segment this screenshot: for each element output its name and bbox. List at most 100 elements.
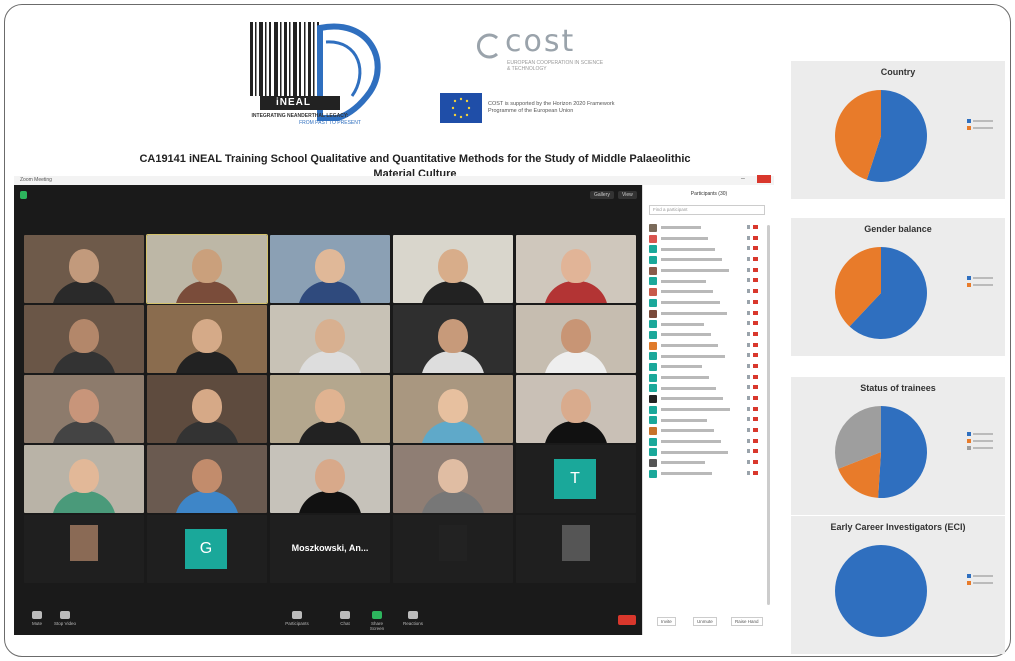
legend-entry — [967, 281, 993, 288]
share-screen-button[interactable]: Share Screen — [364, 611, 390, 631]
participant-video-tile[interactable] — [147, 375, 267, 443]
avatar — [649, 224, 657, 232]
participant-video-tile[interactable]: G — [147, 515, 267, 583]
participant-video-tile[interactable] — [24, 235, 144, 303]
participant-face — [438, 319, 468, 353]
participant-body — [421, 351, 485, 373]
chart-legend — [967, 117, 993, 131]
participant-video-tile[interactable] — [393, 375, 513, 443]
minimize-button[interactable]: – — [741, 175, 745, 182]
muted-microphone-icon — [747, 278, 758, 283]
participant-row[interactable] — [649, 223, 769, 234]
participant-video-tile[interactable] — [270, 235, 390, 303]
muted-microphone-icon — [747, 289, 758, 294]
mute-button[interactable]: Mute — [24, 611, 50, 626]
muted-microphone-icon — [747, 321, 758, 326]
participant-name — [661, 321, 741, 326]
participants-button[interactable]: Participants — [284, 611, 310, 626]
participant-video-tile[interactable] — [516, 305, 636, 373]
participant-name — [661, 407, 741, 412]
invite-button[interactable]: Invite — [657, 617, 676, 626]
participant-video-tile[interactable] — [516, 515, 636, 583]
participant-video-tile[interactable] — [270, 445, 390, 513]
participant-row[interactable] — [649, 426, 769, 437]
participant-video-tile[interactable] — [393, 235, 513, 303]
gallery-view-button[interactable]: Gallery — [590, 191, 614, 199]
participant-name-card: Moszkowski, An... — [291, 543, 369, 553]
legend-entry — [967, 430, 993, 437]
participant-video-tile[interactable] — [24, 515, 144, 583]
participant-row[interactable] — [649, 298, 769, 309]
participant-name — [661, 439, 741, 444]
participant-body — [421, 421, 485, 443]
close-button[interactable] — [757, 175, 771, 183]
participant-row[interactable] — [649, 276, 769, 287]
chat-button[interactable]: Chat — [332, 611, 358, 626]
participant-name — [661, 396, 741, 401]
participant-row[interactable] — [649, 266, 769, 277]
participant-row[interactable] — [649, 469, 769, 480]
participant-name — [661, 449, 741, 454]
participant-search-input[interactable]: Find a participant — [649, 205, 765, 215]
participant-video-tile[interactable] — [516, 235, 636, 303]
participant-row[interactable] — [649, 437, 769, 448]
avatar — [649, 459, 657, 468]
participant-face — [438, 459, 468, 493]
participant-name — [661, 257, 741, 262]
muted-microphone-icon — [747, 353, 758, 358]
participant-row[interactable] — [649, 287, 769, 298]
participant-video-tile[interactable] — [24, 445, 144, 513]
raise-hand-button[interactable]: Raise Hand — [731, 617, 763, 626]
participant-row[interactable] — [649, 319, 769, 330]
participant-row[interactable] — [649, 244, 769, 255]
security-shield-icon[interactable] — [20, 191, 27, 199]
participant-body — [52, 491, 116, 513]
avatar — [649, 320, 657, 329]
participant-video-tile[interactable] — [270, 305, 390, 373]
control-label: Participants — [285, 621, 309, 626]
avatar — [649, 298, 657, 307]
muted-microphone-icon — [747, 267, 758, 273]
participant-video-tile[interactable]: Moszkowski, An... — [270, 515, 390, 583]
participant-video-tile[interactable] — [393, 445, 513, 513]
participant-video-tile[interactable] — [516, 375, 636, 443]
participant-row[interactable] — [649, 373, 769, 384]
participant-video-tile[interactable] — [393, 515, 513, 583]
participant-video-tile[interactable] — [147, 445, 267, 513]
participant-face — [561, 319, 591, 353]
participant-video-tile[interactable]: T — [516, 445, 636, 513]
muted-microphone-icon — [747, 406, 758, 412]
participant-name — [661, 375, 741, 380]
participant-row[interactable] — [649, 394, 769, 405]
participant-video-tile[interactable] — [24, 375, 144, 443]
participant-row[interactable] — [649, 351, 769, 362]
participant-row[interactable] — [649, 309, 769, 320]
participant-row[interactable] — [649, 415, 769, 426]
participant-row[interactable] — [649, 330, 769, 341]
participant-row[interactable] — [649, 362, 769, 373]
participant-video-tile[interactable] — [147, 305, 267, 373]
stop-video-button[interactable]: Stop Video — [52, 611, 78, 626]
participant-row[interactable] — [649, 383, 769, 394]
participant-list-scrollbar[interactable] — [767, 225, 770, 605]
participant-name — [661, 236, 741, 241]
participant-video-tile[interactable] — [393, 305, 513, 373]
end-meeting-button[interactable] — [618, 615, 636, 625]
avatar — [649, 352, 657, 361]
participant-body — [175, 351, 239, 373]
reactions-button[interactable]: Reactions — [400, 611, 426, 626]
participant-row[interactable] — [649, 405, 769, 416]
participant-video-tile[interactable] — [24, 305, 144, 373]
unmute-button[interactable]: Unmute — [693, 617, 717, 626]
participant-row[interactable] — [649, 234, 769, 245]
view-button[interactable]: View — [618, 191, 637, 199]
participant-row[interactable] — [649, 255, 769, 266]
participant-row[interactable] — [649, 341, 769, 352]
muted-microphone-icon — [747, 396, 758, 401]
participant-video-tile[interactable] — [270, 375, 390, 443]
participant-video-tile[interactable] — [146, 234, 268, 304]
avatar — [649, 427, 657, 436]
participant-row[interactable] — [649, 447, 769, 458]
participant-row[interactable] — [649, 458, 769, 469]
muted-microphone-icon — [747, 428, 758, 433]
